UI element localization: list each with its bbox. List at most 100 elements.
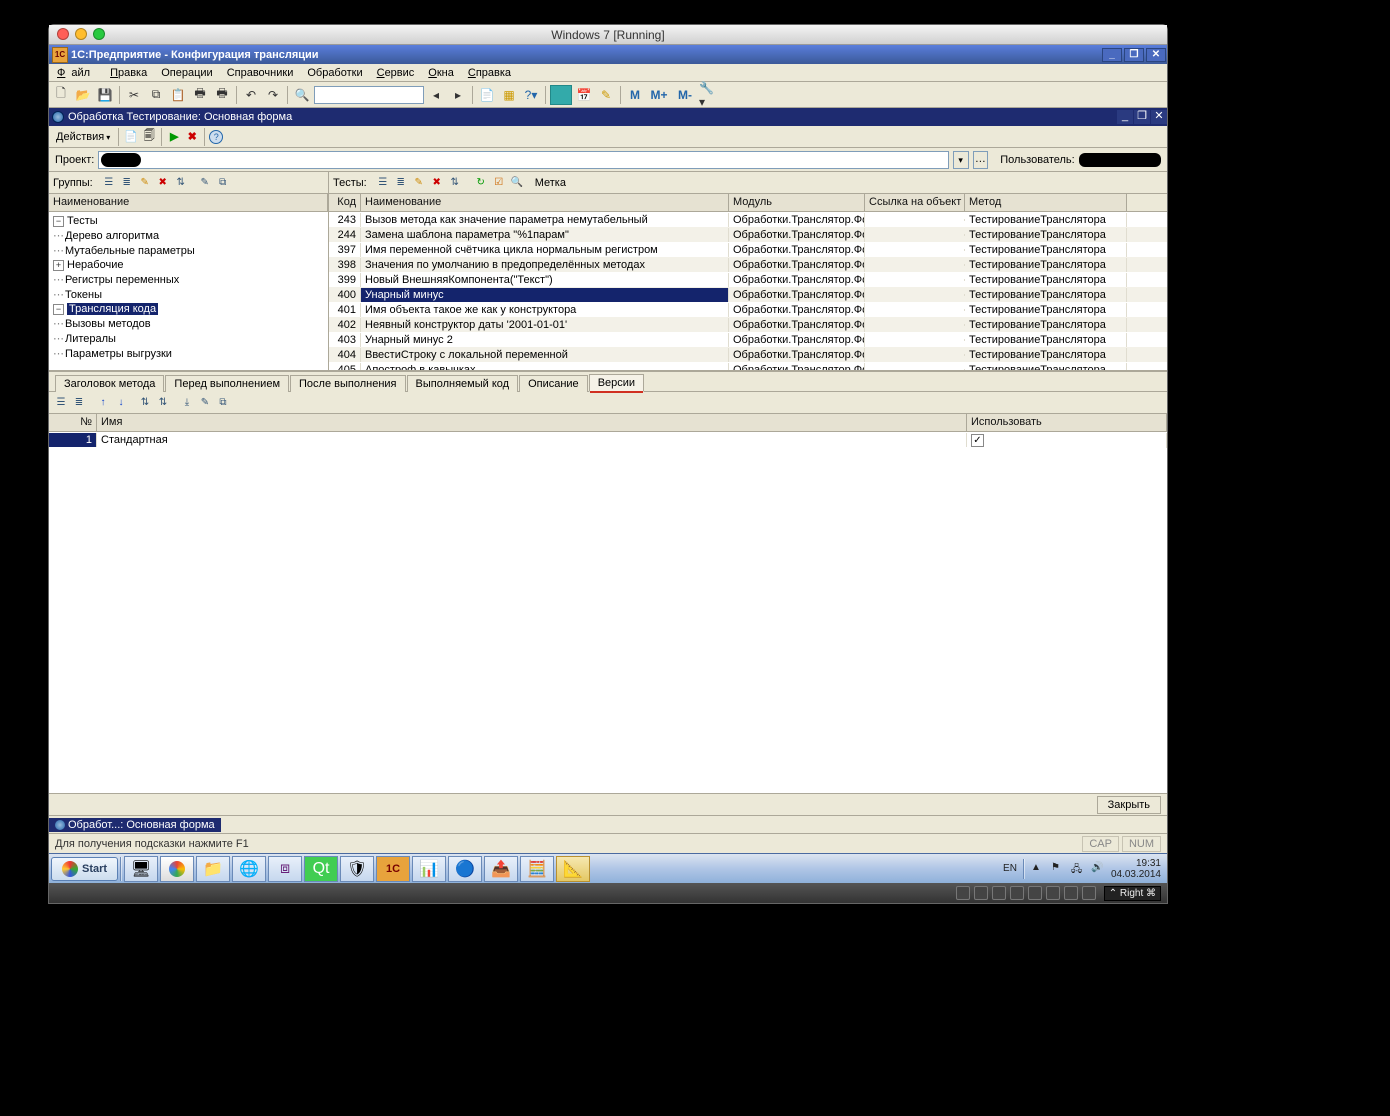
start-button[interactable]: Start bbox=[51, 857, 118, 881]
m-minus-button[interactable]: M- bbox=[673, 85, 697, 105]
ver-down[interactable]: ↓ bbox=[113, 395, 129, 411]
vm-icon[interactable] bbox=[1064, 886, 1078, 900]
test-row[interactable]: 401Имя объекта такое же как у конструкто… bbox=[329, 302, 1167, 317]
task-app3[interactable]: 🔵 bbox=[448, 856, 482, 882]
tree-item[interactable]: Токены bbox=[65, 289, 102, 301]
tab-Выполняемый код[interactable]: Выполняемый код bbox=[407, 375, 519, 392]
find-button[interactable]: 🔍 bbox=[292, 85, 312, 105]
copy-button[interactable]: ⧉ bbox=[146, 85, 166, 105]
vm-icon[interactable] bbox=[1010, 886, 1024, 900]
task-1c[interactable]: 1C bbox=[376, 856, 410, 882]
tray-clock[interactable]: 19:3104.03.2014 bbox=[1111, 858, 1161, 880]
tree-item-selected[interactable]: Трансляция кода bbox=[67, 303, 158, 315]
print-button[interactable]: 🖶 bbox=[190, 85, 210, 105]
help-dropdown[interactable]: ?▾ bbox=[521, 85, 541, 105]
menu-edit[interactable]: Правка bbox=[104, 66, 153, 80]
test-row[interactable]: 405Апостроф в кавычкахОбработки.Транслят… bbox=[329, 362, 1167, 370]
tests-tool-2[interactable]: ≣ bbox=[393, 175, 409, 191]
tray-vol-icon[interactable]: 🔊 bbox=[1091, 862, 1105, 876]
redo-button[interactable]: ↷ bbox=[263, 85, 283, 105]
find-prev-button[interactable]: ◂ bbox=[426, 85, 446, 105]
project-select-button[interactable]: … bbox=[973, 151, 989, 169]
task-vs[interactable]: ⧈ bbox=[268, 856, 302, 882]
tool-yellow-button[interactable]: ✎ bbox=[596, 85, 616, 105]
print-preview-button[interactable]: 🖶 bbox=[212, 85, 232, 105]
vm-icon[interactable] bbox=[992, 886, 1006, 900]
col-module[interactable]: Модуль bbox=[729, 194, 865, 211]
test-row[interactable]: 402Неявный конструктор даты '2001-01-01'… bbox=[329, 317, 1167, 332]
menu-help[interactable]: Справка bbox=[462, 66, 517, 80]
paste-button[interactable]: 📋 bbox=[168, 85, 188, 105]
tray-icon-1[interactable]: ▲ bbox=[1031, 862, 1045, 876]
tree-item[interactable]: Вызовы методов bbox=[65, 318, 151, 330]
vm-icon[interactable] bbox=[956, 886, 970, 900]
app-minimize-button[interactable]: _ bbox=[1102, 48, 1122, 62]
ver-col-use[interactable]: Использовать bbox=[967, 414, 1167, 431]
project-dropdown-button[interactable]: ▾ bbox=[953, 151, 969, 169]
expand-icon[interactable]: − bbox=[53, 216, 64, 227]
tab-Перед выполнением[interactable]: Перед выполнением bbox=[165, 375, 289, 392]
tests-grid[interactable]: 243Вызов метода как значение параметра н… bbox=[329, 212, 1167, 370]
task-app1[interactable]: 🌐 bbox=[232, 856, 266, 882]
groups-tool-pen[interactable]: ✎ bbox=[197, 175, 213, 191]
actions-dropdown[interactable]: Действия bbox=[52, 130, 114, 144]
mac-minimize-button[interactable] bbox=[75, 28, 87, 40]
find-next-button[interactable]: ▸ bbox=[448, 85, 468, 105]
test-row[interactable]: 243Вызов метода как значение параметра н… bbox=[329, 212, 1167, 227]
test-row[interactable]: 397Имя переменной счётчика цикла нормаль… bbox=[329, 242, 1167, 257]
open-button[interactable]: 📂 bbox=[73, 85, 93, 105]
groups-tool-add[interactable]: ≣ bbox=[119, 175, 135, 191]
project-input[interactable] bbox=[98, 151, 949, 169]
save-button[interactable]: 💾 bbox=[95, 85, 115, 105]
app-restore-button[interactable]: ❐ bbox=[1124, 48, 1144, 62]
tab-После выполнения[interactable]: После выполнения bbox=[290, 375, 406, 392]
tray-net-icon[interactable]: 🖧 bbox=[1071, 862, 1085, 876]
tests-tool-3[interactable]: ✎ bbox=[411, 175, 427, 191]
m-button[interactable]: M bbox=[625, 85, 645, 105]
vm-icon[interactable] bbox=[1028, 886, 1042, 900]
app-close-button[interactable]: ✕ bbox=[1146, 48, 1166, 62]
tab-Описание[interactable]: Описание bbox=[519, 375, 588, 392]
task-files[interactable]: 📁 bbox=[196, 856, 230, 882]
tree-item[interactable]: Мутабельные параметры bbox=[65, 245, 195, 257]
stop-button[interactable]: ✖ bbox=[184, 129, 200, 145]
tool-button-1[interactable]: 📄 bbox=[477, 85, 497, 105]
sub-close-button[interactable]: ✕ bbox=[1151, 110, 1167, 124]
tests-tool-check[interactable]: ☑ bbox=[491, 175, 507, 191]
task-calc[interactable]: 🧮 bbox=[520, 856, 554, 882]
tray-flag-icon[interactable]: ⚑ bbox=[1051, 862, 1065, 876]
groups-tree[interactable]: −Тесты ⋯Дерево алгоритма ⋯Мутабельные па… bbox=[49, 212, 328, 370]
tree-root[interactable]: Тесты bbox=[67, 215, 98, 227]
tree-item[interactable]: Дерево алгоритма bbox=[65, 230, 159, 242]
tray-lang[interactable]: EN bbox=[1003, 863, 1017, 874]
menu-catalogs[interactable]: Справочники bbox=[221, 66, 300, 80]
col-code[interactable]: Код bbox=[329, 194, 361, 211]
vm-icon[interactable] bbox=[1082, 886, 1096, 900]
ver-tool-3[interactable]: ⇅ bbox=[137, 395, 153, 411]
groups-tool-edit[interactable]: ✎ bbox=[137, 175, 153, 191]
tests-tool-5[interactable]: ⇅ bbox=[447, 175, 463, 191]
vm-icon[interactable] bbox=[1046, 886, 1060, 900]
task-explorer[interactable]: 🖥 bbox=[124, 856, 158, 882]
ver-tool-pen[interactable]: ✎ bbox=[197, 395, 213, 411]
tree-item[interactable]: Параметры выгрузки bbox=[65, 348, 172, 360]
task-active[interactable]: 📐 bbox=[556, 856, 590, 882]
test-row[interactable]: 244Замена шаблона параметра "%1парам"Обр… bbox=[329, 227, 1167, 242]
task-chart[interactable]: 📊 bbox=[412, 856, 446, 882]
sub-restore-button[interactable]: ❐ bbox=[1134, 110, 1150, 124]
tests-tool-1[interactable]: ☰ bbox=[375, 175, 391, 191]
close-button[interactable]: Закрыть bbox=[1097, 796, 1161, 814]
mac-close-button[interactable] bbox=[57, 28, 69, 40]
ver-col-num[interactable]: № bbox=[49, 414, 97, 431]
task-app4[interactable]: 📤 bbox=[484, 856, 518, 882]
test-row[interactable]: 403Унарный минус 2Обработки.Транслятор.Ф… bbox=[329, 332, 1167, 347]
calendar-button[interactable]: 📅 bbox=[574, 85, 594, 105]
sub-tool-2[interactable]: 🗐 bbox=[141, 129, 157, 145]
task-app2[interactable]: 🛡 bbox=[340, 856, 374, 882]
cut-button[interactable]: ✂ bbox=[124, 85, 144, 105]
tool-button-2[interactable]: ▦ bbox=[499, 85, 519, 105]
task-qt[interactable]: Qt bbox=[304, 856, 338, 882]
tests-tool-refresh[interactable]: ↻ bbox=[473, 175, 489, 191]
window-tab[interactable]: Обработ...: Основная форма bbox=[49, 818, 221, 832]
col-method[interactable]: Метод bbox=[965, 194, 1127, 211]
